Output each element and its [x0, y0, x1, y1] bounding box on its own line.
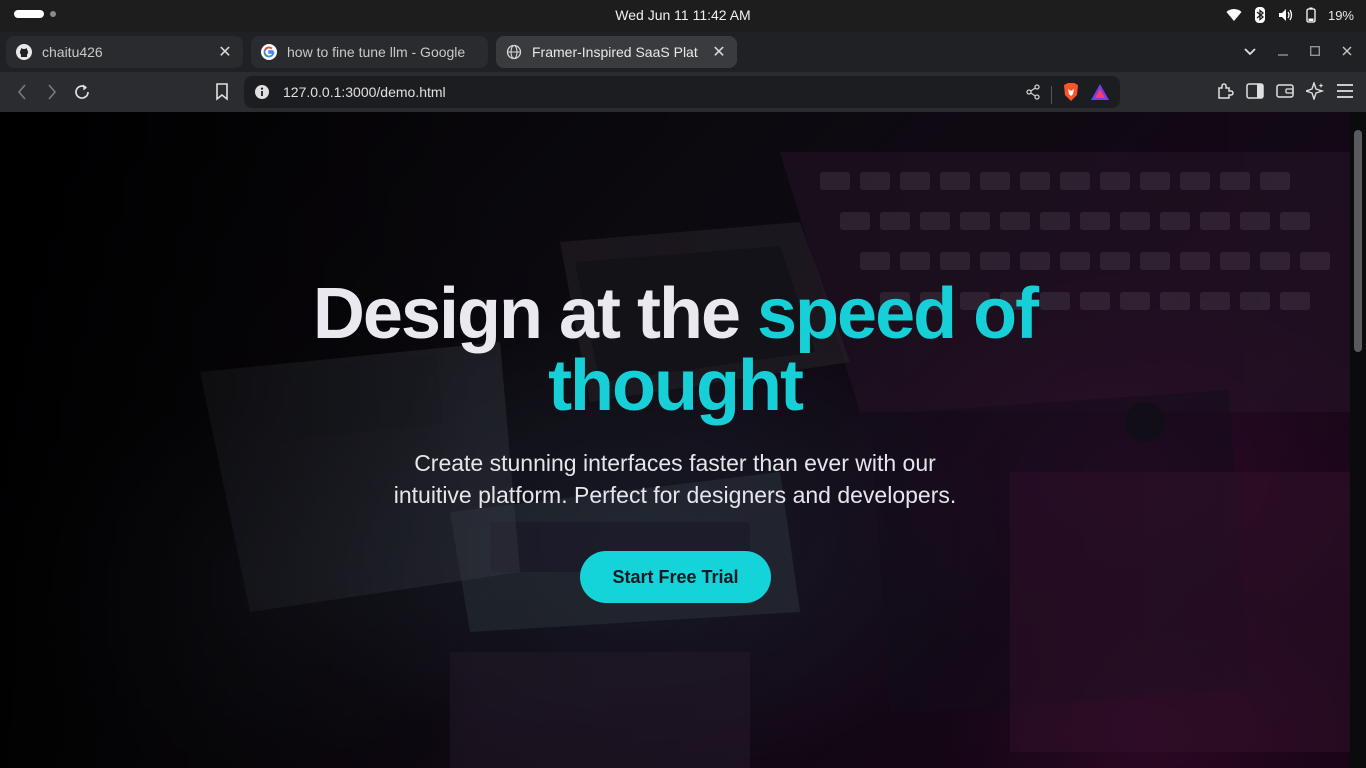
bluetooth-icon [1254, 7, 1266, 23]
hero-subtitle-line: Create stunning interfaces faster than e… [414, 450, 936, 476]
toolbar-right-actions [1216, 80, 1354, 105]
hero-heading-accent: thought [548, 346, 804, 426]
hero-subtitle: Create stunning interfaces faster than e… [0, 447, 1350, 511]
tab-title: how to fine tune llm - Google [287, 44, 466, 60]
reload-icon[interactable] [72, 82, 92, 102]
start-free-trial-button[interactable]: Start Free Trial [580, 551, 771, 603]
address-bar[interactable]: 127.0.0.1:3000/demo.html [244, 76, 1120, 108]
tab-google-search[interactable]: how to fine tune llm - Google [251, 36, 488, 68]
tab-github[interactable]: chaitu426 ✕ [6, 36, 243, 68]
hero-section: Design at the speed of thought Create st… [0, 112, 1350, 768]
os-clock[interactable]: Wed Jun 11 11:42 AM [0, 7, 1366, 23]
scrollbar-thumb[interactable] [1354, 130, 1362, 352]
share-icon[interactable] [1025, 84, 1041, 105]
brave-rewards-icon[interactable] [1090, 83, 1110, 106]
wallet-icon[interactable] [1276, 83, 1294, 104]
close-window-icon[interactable] [1342, 44, 1352, 59]
hero-heading: Design at the speed of thought [0, 278, 1350, 422]
battery-percent: 19% [1327, 7, 1354, 23]
tab-title: chaitu426 [42, 44, 103, 60]
google-icon [261, 44, 277, 60]
os-top-bar: Wed Jun 11 11:42 AM 19% [0, 0, 1366, 32]
sidebar-icon[interactable] [1246, 83, 1264, 104]
tab-strip: chaitu426 ✕ how to fine tune llm - Googl… [0, 32, 1366, 95]
tab-title: Framer-Inspired SaaS Plat [532, 44, 698, 60]
divider [1051, 85, 1052, 104]
maximize-icon[interactable] [1310, 44, 1320, 59]
address-bar-actions [1025, 82, 1110, 107]
page-viewport: Design at the speed of thought Create st… [0, 112, 1366, 768]
scrollbar[interactable] [1350, 112, 1366, 768]
hero-subtitle-line: intuitive platform. Perfect for designer… [393, 482, 957, 508]
url-text[interactable]: 127.0.0.1:3000/demo.html [283, 84, 446, 100]
window-controls [1244, 44, 1352, 59]
brave-shields-icon[interactable] [1062, 82, 1080, 107]
volume-icon [1278, 8, 1294, 22]
site-info-icon[interactable] [254, 84, 270, 105]
battery-icon [1306, 7, 1316, 23]
tab-framer-saas[interactable]: Framer-Inspired SaaS Plat ✕ [496, 36, 737, 68]
system-tray[interactable]: 19% [1226, 7, 1354, 23]
wifi-icon [1226, 8, 1242, 22]
close-icon[interactable]: ✕ [217, 42, 233, 62]
minimize-icon[interactable] [1278, 44, 1288, 59]
close-icon[interactable]: ✕ [711, 42, 727, 62]
bookmark-icon[interactable] [212, 82, 232, 102]
forward-icon[interactable] [42, 82, 62, 102]
tab-search-chevron-icon[interactable] [1244, 44, 1256, 59]
hero-heading-plain: Design at the [312, 274, 757, 354]
extensions-icon[interactable] [1216, 82, 1234, 105]
hero-heading-accent: speed of [757, 274, 1039, 354]
back-icon[interactable] [12, 82, 32, 102]
menu-icon[interactable] [1336, 84, 1354, 103]
leo-ai-icon[interactable] [1303, 80, 1325, 105]
globe-icon [506, 44, 522, 60]
github-icon [16, 44, 32, 60]
browser-toolbar: 127.0.0.1:3000/demo.html [0, 72, 1366, 112]
